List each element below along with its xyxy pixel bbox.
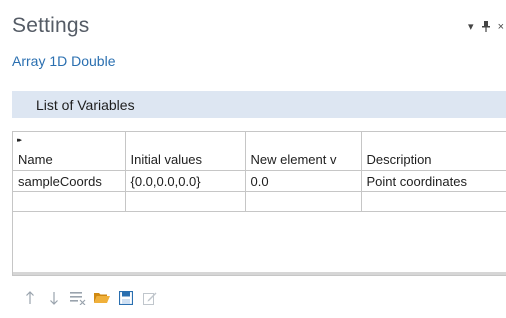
cell-new-element-value[interactable]: [245, 191, 362, 212]
cell-initial-values[interactable]: {0.0,0.0,0.0}: [125, 170, 246, 192]
expand-icon[interactable]: ▸▸: [17, 136, 22, 144]
open-folder-icon[interactable]: [94, 289, 110, 307]
move-down-icon[interactable]: [46, 289, 62, 307]
save-icon[interactable]: [118, 289, 134, 307]
cell-name[interactable]: [13, 191, 126, 212]
edit-icon[interactable]: [142, 289, 158, 307]
variables-table[interactable]: ▸▸ Name Initial values New element v Des…: [12, 131, 506, 276]
chevron-down-icon[interactable]: ▾: [468, 21, 474, 33]
move-up-icon[interactable]: [22, 289, 38, 307]
cell-new-element-value[interactable]: 0.0: [245, 170, 362, 192]
column-header-description[interactable]: Description: [361, 132, 506, 171]
cell-description[interactable]: Point coordinates: [361, 170, 506, 192]
table-row[interactable]: [13, 191, 506, 212]
cell-initial-values[interactable]: [125, 191, 246, 212]
table-header-row: ▸▸ Name Initial values New element v Des…: [13, 132, 506, 171]
table-bottom-border: [13, 272, 506, 275]
section-list-of-variables[interactable]: List of Variables: [12, 91, 506, 118]
pin-icon[interactable]: [481, 20, 490, 35]
column-header-new-element-value[interactable]: New element v: [245, 132, 362, 171]
section-label: List of Variables: [36, 96, 135, 113]
close-icon[interactable]: ×: [498, 21, 504, 33]
window-controls: ▾ ×: [468, 20, 506, 34]
table-row[interactable]: sampleCoords {0.0,0.0,0.0} 0.0 Point coo…: [13, 170, 506, 192]
settings-title: Settings: [12, 14, 90, 37]
settings-subtitle: Array 1D Double: [12, 53, 116, 69]
clear-table-icon[interactable]: [70, 289, 86, 307]
cell-description[interactable]: [361, 191, 506, 212]
cell-name[interactable]: sampleCoords: [13, 170, 126, 192]
column-header-initial-values[interactable]: Initial values: [125, 132, 246, 171]
column-header-name[interactable]: ▸▸ Name: [13, 132, 126, 171]
table-toolbar: [22, 288, 158, 308]
